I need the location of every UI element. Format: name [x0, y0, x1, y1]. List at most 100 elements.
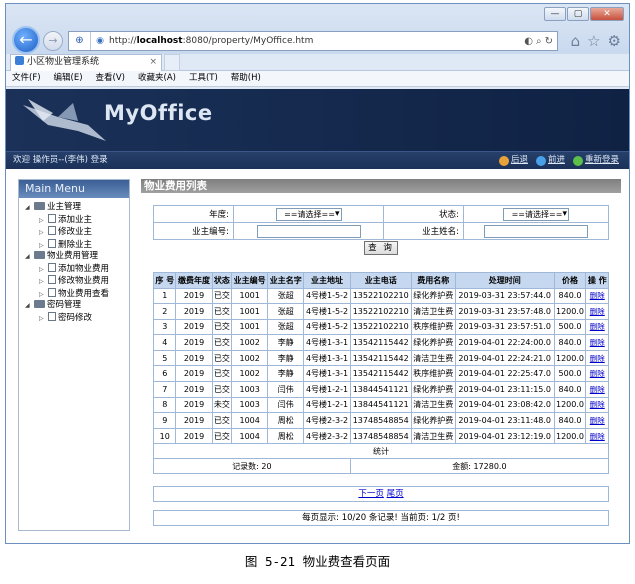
new-tab-button[interactable] — [164, 54, 180, 71]
table-cell: 840.0 — [553, 381, 587, 398]
address-bar[interactable]: ⊕ ◉ http://localhost:8080/property/MyOff… — [68, 31, 558, 51]
table-cell: 1 — [152, 287, 177, 305]
compat-icon[interactable]: ◐ — [524, 36, 533, 47]
column-header: 状态 — [211, 271, 233, 289]
table-cell: 清洁卫生费 — [410, 303, 456, 320]
owner-id-input[interactable] — [256, 224, 361, 238]
table-cell: 13748548854 — [349, 427, 412, 445]
sidebar-item-add-owner[interactable]: ▷ 添加业主 — [25, 213, 129, 227]
delete-link[interactable]: 删除 — [585, 318, 609, 336]
page-icon: ◉ — [96, 36, 104, 46]
table-cell: 1002 — [231, 365, 269, 383]
table-cell: 4号楼1-3-1 — [303, 334, 351, 351]
delete-link[interactable]: 删除 — [585, 427, 609, 445]
browser-tab[interactable]: 小区物业管理系统 × — [10, 54, 162, 71]
forward-button[interactable]: → — [43, 31, 63, 51]
delete-link[interactable]: 删除 — [585, 412, 609, 429]
delete-link[interactable]: 删除 — [585, 365, 609, 383]
nav-back-link[interactable]: 后退 — [498, 152, 528, 169]
delete-link[interactable]: 删除 — [585, 334, 609, 351]
nav-forward-link[interactable]: 前进 — [535, 152, 565, 169]
status-select[interactable]: ==请选择== — [503, 207, 569, 221]
favorites-icon[interactable]: ☆ — [587, 32, 600, 50]
table-cell: 4号楼2-3-2 — [303, 412, 351, 429]
maximize-button[interactable]: ▢ — [567, 7, 589, 21]
menu-edit[interactable]: 编辑(E) — [54, 71, 83, 86]
table-cell: 李静 — [267, 365, 305, 383]
nav-relogin-link[interactable]: 重新登录 — [572, 152, 619, 169]
tab-close-icon[interactable]: × — [149, 55, 157, 70]
app-status-bar: 欢迎 操作员--(李伟) 登录 后退 前进 重新登录 — [6, 151, 629, 169]
home-icon[interactable]: ⌂ — [571, 32, 581, 50]
stats-label: 统计 — [153, 443, 609, 460]
gear-icon[interactable]: ⚙ — [608, 32, 621, 50]
last-page-link[interactable]: 尾页 — [387, 489, 404, 499]
sidebar-item-edit-fee[interactable]: ▷ 修改物业费用 — [25, 275, 129, 288]
back-button[interactable]: ← — [12, 26, 40, 54]
owner-id-cell — [233, 222, 384, 240]
menu-favorites[interactable]: 收藏夹(A) — [138, 71, 176, 86]
document-icon — [48, 262, 56, 272]
tab-favicon-icon — [15, 56, 24, 65]
sidebar-item-delete-owner[interactable]: ▷ 删除业主 — [25, 238, 129, 252]
stats-values-row: 记录数: 20 金额: 17280.0 — [153, 458, 610, 475]
delete-link[interactable]: 删除 — [585, 349, 609, 367]
table-body: 1 2019 已交 1001 张超 4号楼1-5-2 13522102210 绿化养护费 201… — [152, 287, 609, 445]
query-button[interactable]: 查 询 — [364, 240, 398, 255]
delete-link[interactable]: 删除 — [585, 303, 609, 320]
table-cell: 1200.0 — [553, 396, 587, 414]
site-dropdown-icon[interactable]: ⊕ — [69, 32, 91, 50]
relogin-icon — [572, 155, 583, 166]
menu-file[interactable]: 文件(F) — [12, 71, 41, 86]
table-cell: 绿化养护费 — [410, 381, 456, 398]
table-cell: 2019 — [175, 287, 213, 305]
app-nav-links: 后退 前进 重新登录 — [498, 152, 619, 169]
table-cell: 2019 — [175, 365, 213, 383]
table-cell: 2019-03-31 23:57:48.0 — [454, 303, 555, 320]
table-row: 4 2019 已交 1002 李静 4号楼1-3-1 13542115442 绿化养护费 201… — [152, 334, 609, 351]
sidebar-group-owner[interactable]: ◢ 业主管理 — [25, 202, 129, 214]
table-cell: 2019-04-01 23:11:15.0 — [454, 381, 555, 398]
sidebar-item-add-fee[interactable]: ▷ 添加物业费用 — [25, 262, 129, 276]
search-icon[interactable]: ⌕ — [536, 36, 542, 47]
delete-link[interactable]: 删除 — [585, 396, 609, 414]
page-content: MyOffice 欢迎 操作员--(李伟) 登录 后退 前进 重新登录 Main… — [6, 89, 629, 543]
table-cell: 清洁卫生费 — [410, 396, 456, 414]
collapsed-icon: ▷ — [39, 229, 44, 236]
refresh-icon[interactable]: ↻ — [545, 36, 553, 47]
menu-tools[interactable]: 工具(T) — [189, 71, 218, 86]
menu-help[interactable]: 帮助(H) — [231, 71, 261, 86]
table-cell: 1200.0 — [553, 427, 587, 445]
expand-icon[interactable]: ◢ — [25, 251, 34, 263]
owner-name-input[interactable] — [484, 224, 588, 238]
menu-view[interactable]: 查看(V) — [96, 71, 125, 86]
table-cell: 2019-04-01 23:12:19.0 — [454, 427, 555, 445]
table-cell: 4号楼1-5-2 — [303, 318, 351, 336]
page-info: 每页显示: 10/20 条记录! 当前页: 1/2 页! — [153, 510, 609, 527]
next-page-link[interactable]: 下一页 — [358, 489, 384, 499]
minimize-button[interactable]: — — [544, 7, 566, 21]
folder-icon — [34, 251, 45, 259]
sidebar-group-password[interactable]: ◢ 密码管理 — [25, 300, 129, 312]
year-select[interactable]: ==请选择== — [275, 207, 342, 221]
close-button[interactable]: ✕ — [590, 7, 624, 21]
table-cell: 绿化养护费 — [410, 334, 456, 351]
delete-link[interactable]: 删除 — [585, 381, 609, 398]
expand-icon[interactable]: ◢ — [25, 300, 34, 312]
sidebar-item-view-fee[interactable]: ▷ 物业费用查看 — [25, 287, 129, 301]
delete-link[interactable]: 删除 — [585, 287, 609, 305]
table-cell: 2019 — [175, 412, 213, 429]
sidebar-group-fees[interactable]: ◢ 物业费用管理 — [25, 251, 129, 263]
sidebar-item-edit-owner[interactable]: ▷ 修改业主 — [25, 226, 129, 239]
stats-row: 统计 — [153, 443, 609, 460]
table-cell: 秩序维护费 — [410, 318, 456, 336]
table-cell: 1002 — [231, 349, 269, 367]
table-cell: 2 — [152, 303, 177, 320]
table-cell: 13748548854 — [349, 412, 412, 429]
table-cell: 2019 — [175, 381, 213, 398]
expand-icon[interactable]: ◢ — [25, 202, 34, 214]
filter-form: 年度: ==请选择== 状态: ==请选择== 业主编号: 业主姓名: 查 询 — [153, 205, 609, 256]
sidebar-item-change-password[interactable]: ▷ 密码修改 — [25, 311, 129, 325]
table-row: 9 2019 已交 1004 周松 4号楼2-3-2 13748548854 绿化养护费 201… — [152, 412, 609, 429]
table-cell: 1001 — [231, 287, 269, 305]
